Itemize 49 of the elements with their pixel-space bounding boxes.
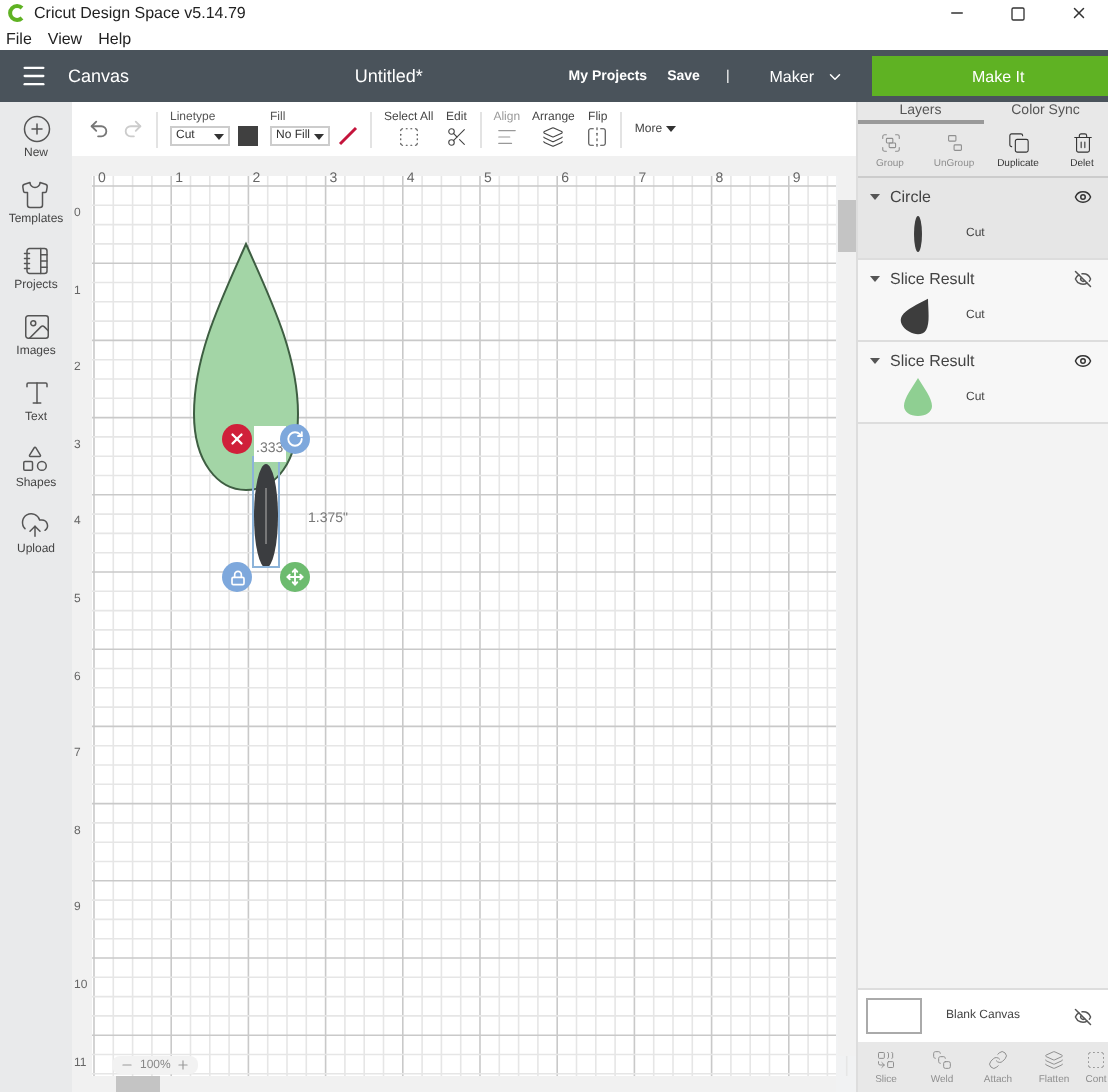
layer-name: Circle	[890, 187, 931, 205]
section-title: Canvas	[68, 66, 130, 86]
window-title: Cricut Design Space v5.14.79	[34, 4, 246, 22]
weld-icon	[932, 1049, 952, 1069]
caret-icon	[870, 275, 880, 281]
no-fill-icon[interactable]	[338, 126, 358, 146]
shirt-icon	[20, 180, 51, 210]
text-icon	[21, 378, 51, 408]
select-all-icon	[397, 125, 420, 147]
duplicate-icon	[1007, 131, 1029, 153]
shapes-icon	[20, 444, 51, 474]
slice-icon	[876, 1049, 896, 1069]
layer-name: Slice Result	[890, 351, 975, 369]
blank-canvas-thumbnail	[866, 998, 922, 1034]
caret-icon	[666, 126, 677, 132]
new-icon	[21, 114, 51, 144]
upload-icon	[20, 510, 51, 540]
ungroup-icon	[943, 131, 965, 153]
stack-icon	[542, 125, 565, 147]
flatten-icon	[1044, 1049, 1064, 1069]
flip-icon	[586, 125, 609, 147]
layer-name: Slice Result	[890, 269, 975, 287]
oval-shape[interactable]	[252, 460, 280, 572]
attach-icon	[988, 1049, 1008, 1069]
image-icon	[21, 312, 51, 342]
eye-icon[interactable]	[1074, 351, 1092, 369]
undo-icon[interactable]	[88, 118, 110, 140]
notebook-icon	[21, 246, 51, 276]
close-icon[interactable]	[1070, 4, 1088, 22]
menu-item[interactable]: File	[6, 29, 32, 47]
eye-off-icon[interactable]	[1074, 1007, 1092, 1025]
caret-icon	[870, 193, 880, 199]
caret-icon	[314, 133, 324, 139]
menu-item[interactable]: View	[47, 29, 83, 47]
machine-dropdown[interactable]: Maker	[757, 65, 856, 87]
menu-item[interactable]: Help	[98, 29, 132, 47]
caret-icon	[870, 357, 880, 363]
align-icon	[495, 125, 518, 147]
menu-icon[interactable]	[20, 62, 48, 90]
eye-off-icon[interactable]	[1074, 269, 1092, 287]
scissors-icon	[445, 125, 468, 147]
document-title: Untitled*	[354, 66, 423, 86]
line-color-swatch[interactable]	[238, 126, 258, 146]
group-icon	[879, 131, 901, 153]
eye-icon[interactable]	[1074, 187, 1092, 205]
trash-icon	[1071, 131, 1093, 153]
maximize-icon[interactable]	[1010, 5, 1026, 21]
caret-icon	[214, 133, 224, 139]
app-logo-icon	[8, 4, 26, 22]
